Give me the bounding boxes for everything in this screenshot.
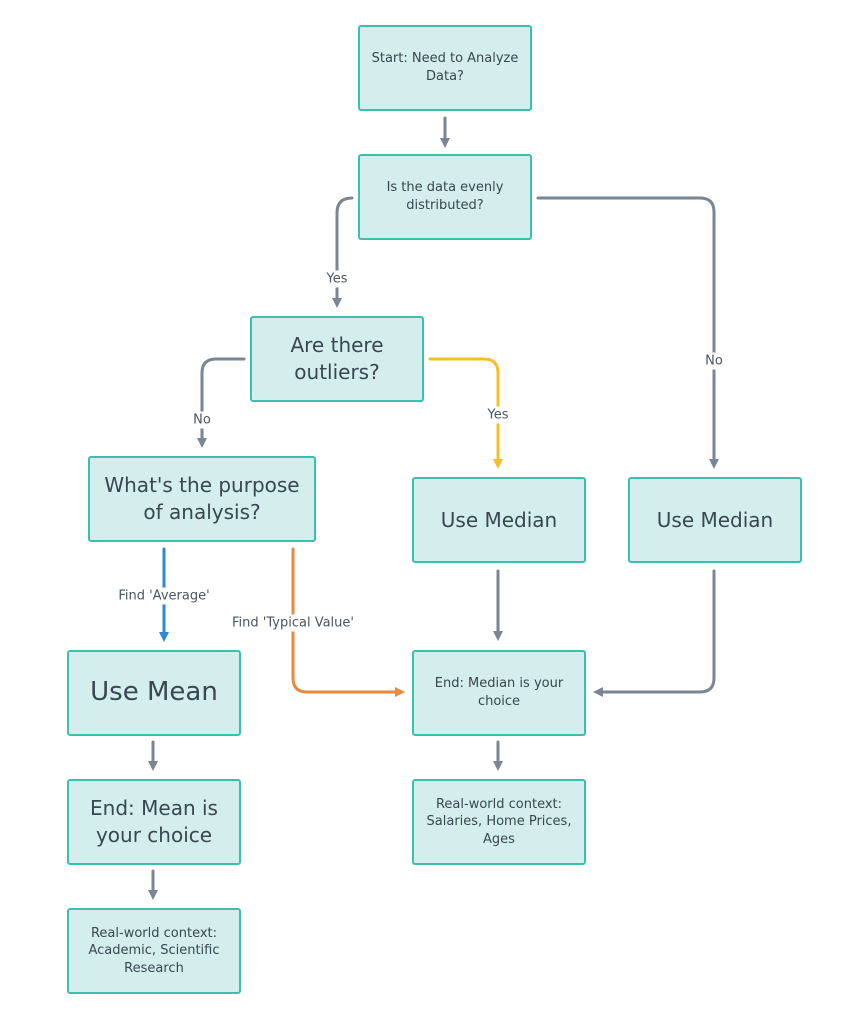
edge-label-evenly-yes: Yes [324,270,350,288]
node-end-mean: End: Mean is your choice [67,779,241,865]
node-outliers-label: Are there outliers? [290,333,384,384]
node-context-median-label: Real-world context: Salaries, Home Price… [426,796,572,847]
node-median-outliers-label: Use Median [440,507,558,532]
node-use-mean: Use Mean [67,650,241,736]
edge-label-purpose-average: Find 'Average' [116,587,212,605]
node-evenly-distributed: Is the data evenly distributed? [358,154,532,240]
edge-median-uneven-to-end [593,569,716,697]
edge-evenly-no [536,196,719,469]
node-use-mean-label: Use Mean [90,677,218,708]
node-use-median-uneven: Use Median [628,477,802,563]
edge-label-outliers-no: No [191,411,213,429]
node-start-label: Start: Need to Analyze Data? [371,51,519,84]
node-use-median-outliers: Use Median [412,477,586,563]
edge-outliers-no [197,357,246,448]
node-start: Start: Need to Analyze Data? [358,25,532,111]
node-outliers: Are there outliers? [250,316,424,402]
node-end-median-label: End: Median is your choice [434,676,564,709]
edge-label-evenly-no: No [703,352,725,370]
node-context-median: Real-world context: Salaries, Home Price… [412,779,586,865]
node-purpose: What's the purpose of analysis? [88,456,316,542]
node-median-uneven-label: Use Median [656,507,774,532]
node-purpose-label: What's the purpose of analysis? [104,473,300,524]
node-end-median: End: Median is your choice [412,650,586,736]
node-evenly-label: Is the data evenly distributed? [386,180,504,213]
node-context-mean-label: Real-world context: Academic, Scientific… [88,925,220,976]
edge-label-outliers-yes: Yes [485,406,511,424]
node-context-mean: Real-world context: Academic, Scientific… [67,908,241,994]
edge-label-purpose-typical: Find 'Typical Value' [230,614,356,632]
node-end-mean-label: End: Mean is your choice [90,796,218,847]
